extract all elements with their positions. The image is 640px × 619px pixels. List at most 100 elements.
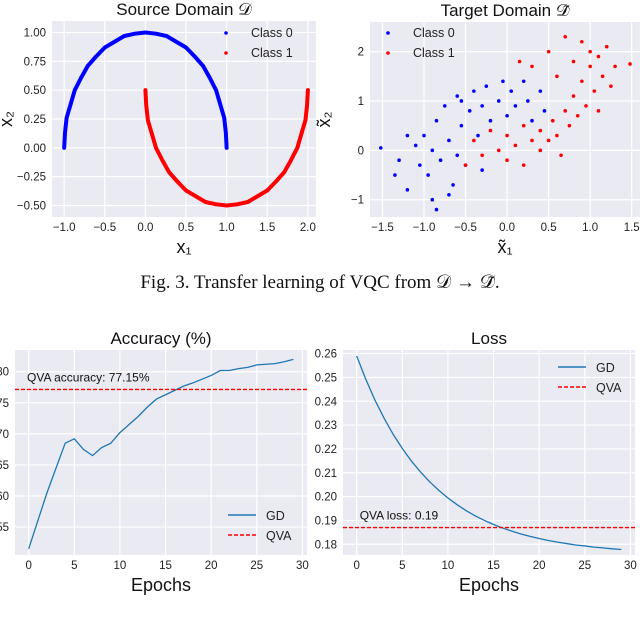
scatter-point: [203, 200, 208, 204]
scatter-point: [480, 153, 484, 158]
y-tick-label: 0.21: [315, 468, 337, 480]
legend-marker: [386, 51, 390, 55]
scatter-point: [517, 59, 522, 64]
scatter-point: [184, 188, 188, 193]
y-tick-label: 65: [0, 460, 9, 472]
y-tick-label: 0.75: [24, 56, 46, 68]
y-tick-label: −0.50: [17, 200, 46, 212]
scatter-point: [303, 118, 308, 122]
y-axis-label: x̃₂: [314, 112, 334, 128]
scatter-point: [305, 103, 309, 107]
scatter-point: [79, 75, 84, 80]
scatter-point: [289, 158, 293, 163]
scatter-point: [447, 192, 451, 197]
scatter-point: [588, 49, 592, 54]
legend-label: QVA: [596, 381, 622, 395]
scatter-point: [160, 158, 165, 163]
y-tick-label: 0.26: [315, 349, 337, 361]
scatter-point: [505, 113, 509, 118]
legend-label: Class 0: [251, 26, 293, 40]
scatter-point: [72, 88, 77, 92]
x-axis-label: Epochs: [459, 575, 519, 595]
scatter-point: [538, 148, 543, 153]
x-axis-label: x̃₁: [497, 237, 512, 257]
chart-0: −1.0 −0.5 0.0 0.5 1.0 1.5 2.0 −0.50 −0.25 0.00 0.2…: [0, 0, 316, 257]
x-tick-label: 30: [296, 560, 309, 572]
scatter-point: [62, 146, 66, 150]
scatter-point: [405, 188, 410, 192]
scatter-point: [103, 45, 107, 50]
scatter-point: [245, 200, 250, 204]
scatter-point: [224, 146, 229, 150]
scatter-point: [422, 133, 426, 138]
scatter-point: [154, 146, 158, 150]
scatter-point: [580, 39, 584, 44]
scatter-point: [164, 34, 169, 38]
scatter-point: [413, 143, 418, 148]
scatter-point: [613, 64, 617, 69]
y-tick-label: 0.22: [315, 444, 337, 456]
chart-2: 0 5 10 15 20 25 30 55 60 65 70 75 80 Accuracy (%) Epoc…: [0, 329, 309, 595]
scatter-point: [488, 118, 493, 123]
y-tick-label: 0.18: [315, 539, 337, 551]
scatter-point: [505, 158, 509, 163]
legend-label: GD: [266, 509, 285, 523]
scatter-point: [476, 133, 480, 138]
scatter-point: [174, 39, 179, 44]
scatter-point: [442, 104, 447, 108]
scatter-point: [501, 79, 505, 84]
scatter-point: [434, 207, 439, 212]
y-tick-label: 0.25: [315, 372, 337, 384]
scatter-point: [112, 39, 117, 44]
x-tick-label: 0.5: [178, 222, 194, 234]
scatter-point: [563, 109, 568, 113]
scatter-point: [584, 104, 588, 108]
scatter-point: [509, 89, 514, 93]
y-tick-label: 55: [0, 522, 9, 534]
scatter-point: [299, 132, 304, 136]
x-tick-label: 30: [624, 560, 637, 572]
legend-label: QVA: [266, 529, 292, 543]
y-tick-label: 0.25: [24, 114, 46, 126]
x-tick-label: 15: [487, 560, 500, 572]
y-tick-label: 80: [0, 367, 9, 379]
x-tick-label: −1.5: [371, 222, 394, 234]
scatter-point: [513, 143, 518, 148]
x-axis-label: Epochs: [131, 575, 191, 595]
scatter-point: [538, 89, 543, 93]
y-tick-label: 0.23: [315, 420, 337, 432]
x-tick-label: 10: [114, 560, 127, 572]
scatter-point: [472, 89, 476, 93]
scatter-point: [63, 131, 67, 135]
legend-label: Class 1: [413, 46, 455, 60]
scatter-point: [467, 109, 472, 113]
x-tick-label: 1.0: [582, 222, 598, 234]
x-tick-label: 0.0: [499, 222, 515, 234]
scatter-point: [546, 49, 551, 54]
scatter-point: [592, 89, 597, 93]
scatter-point: [143, 30, 148, 35]
scatter-point: [184, 45, 188, 50]
legend-label: Class 1: [251, 46, 293, 60]
scatter-point: [580, 79, 584, 84]
scatter-point: [480, 104, 484, 108]
scatter-point: [459, 123, 464, 128]
scatter-point: [405, 133, 410, 138]
x-tick-label: 25: [250, 560, 263, 572]
scatter-point: [379, 146, 383, 150]
scatter-point: [438, 158, 443, 163]
scatter-point: [418, 163, 422, 167]
scatter-point: [459, 99, 464, 103]
scatter-point: [571, 94, 576, 98]
scatter-point: [488, 128, 493, 133]
scatter-point: [85, 64, 90, 68]
scatter-point: [521, 163, 526, 167]
scatter-point: [68, 102, 73, 106]
scatter-point: [521, 123, 526, 128]
x-tick-label: −1.0: [413, 222, 436, 234]
scatter-point: [430, 197, 435, 202]
scatter-point: [235, 202, 240, 207]
qva-annotation: QVA accuracy: 77.15%: [27, 370, 150, 384]
scatter-point: [530, 118, 534, 123]
scatter-point: [480, 168, 484, 172]
